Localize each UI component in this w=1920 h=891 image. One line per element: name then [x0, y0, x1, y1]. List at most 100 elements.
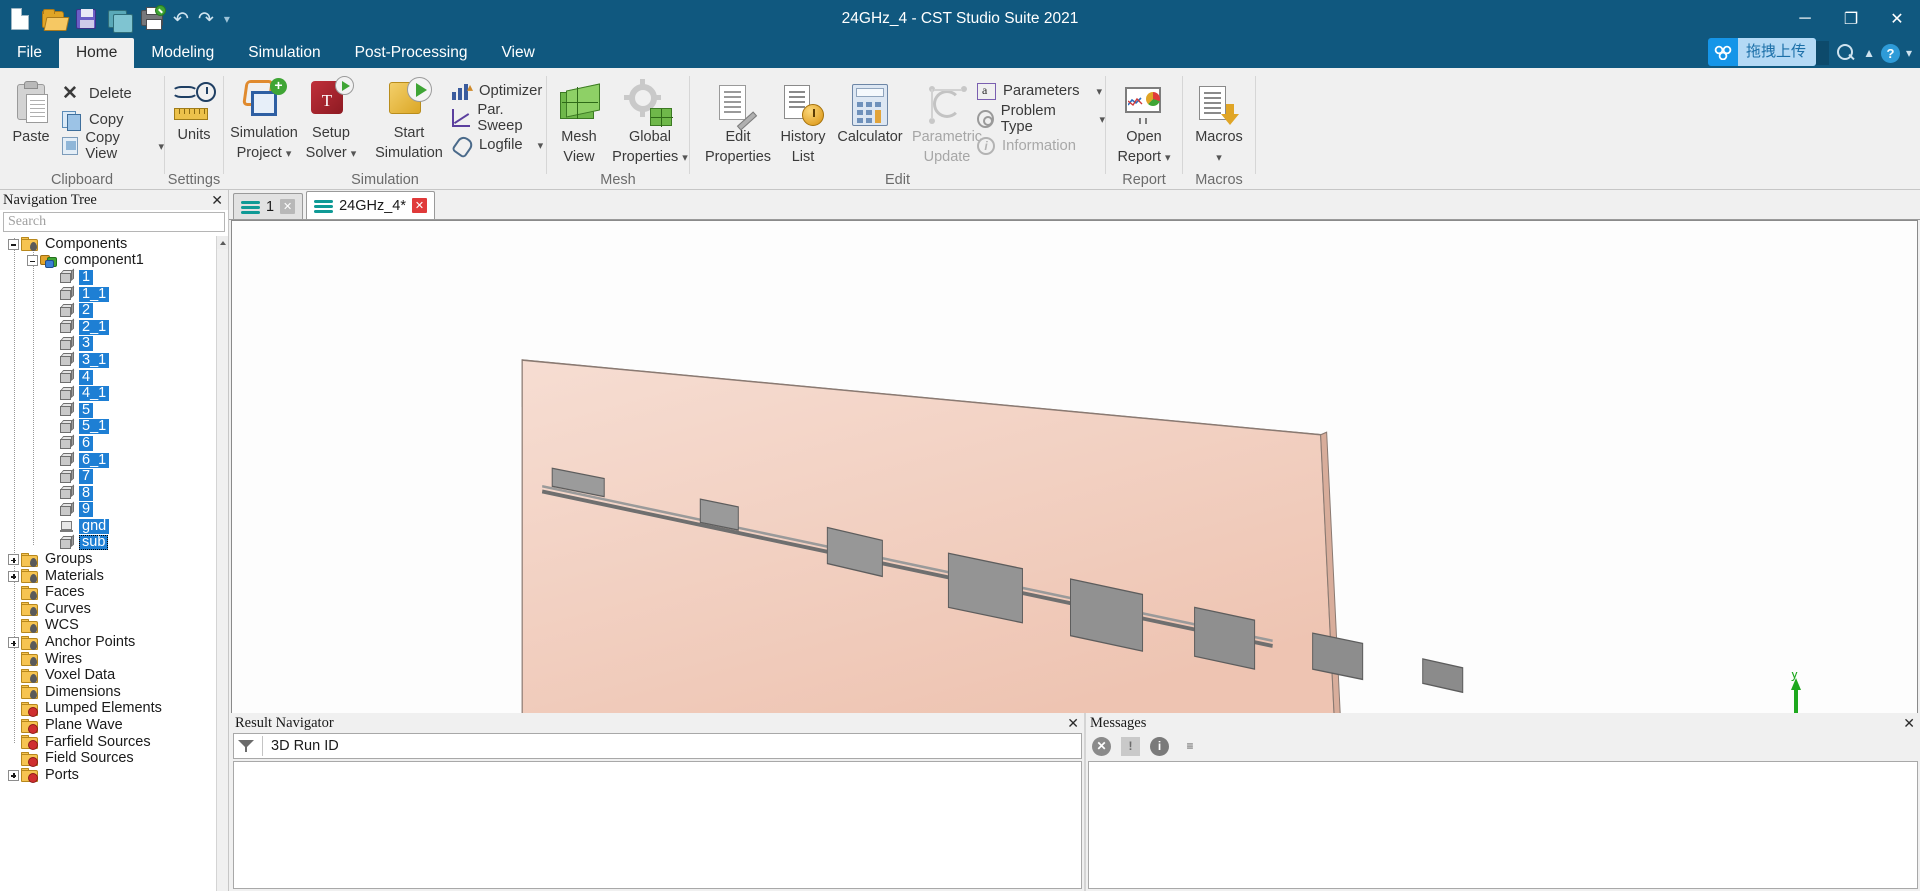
tab-simulation[interactable]: Simulation	[231, 38, 337, 68]
tree-item-faces[interactable]: Faces	[0, 584, 228, 601]
folder-icon	[21, 635, 38, 650]
tab-home[interactable]: Home	[58, 38, 135, 68]
tab-modeling[interactable]: Modeling	[134, 38, 231, 68]
open-report-button[interactable]: Open Report ▾	[1102, 80, 1186, 167]
tree-expander-expand-icon[interactable]	[8, 637, 19, 649]
macros-button[interactable]: Macros ▾	[1177, 80, 1261, 167]
tree-item-1-1[interactable]: 1_1	[0, 285, 228, 303]
logfile-button[interactable]: Logfile ▾	[452, 133, 543, 157]
error-icon[interactable]: ✕	[1092, 736, 1111, 756]
open-report-icon	[1123, 86, 1165, 126]
tree-item-ports[interactable]: Ports	[0, 767, 228, 784]
navigation-search-input[interactable]: Search	[3, 212, 225, 232]
tree-item-4[interactable]: 4	[0, 368, 228, 386]
macros-dropdown-icon[interactable]: ▾	[1216, 152, 1222, 164]
list-icon[interactable]: ≡	[1179, 737, 1201, 756]
tree-item-3[interactable]: 3	[0, 335, 228, 353]
tree-item-dimensions[interactable]: Dimensions	[0, 684, 228, 701]
tree-item-groups[interactable]: Groups	[0, 551, 228, 568]
macros-icon	[1199, 86, 1239, 126]
maximize-button[interactable]: ❐	[1828, 0, 1874, 38]
navigation-scrollbar[interactable]	[216, 236, 228, 891]
filter-icon[interactable]	[238, 739, 254, 753]
cloud-upload-overlay[interactable]: 拖拽上传	[1707, 38, 1816, 66]
tree-item-7[interactable]: 7	[0, 468, 228, 485]
search-icon[interactable]	[1835, 42, 1857, 64]
par-sweep-button[interactable]: Par. Sweep	[452, 102, 546, 134]
parameters-button[interactable]: Parameters ▾	[977, 79, 1102, 103]
info-icon[interactable]: i	[1150, 736, 1169, 756]
tree-item-2[interactable]: 2	[0, 302, 228, 319]
global-properties-dropdown-icon[interactable]: ▾	[682, 152, 688, 164]
tab-file[interactable]: File	[0, 38, 59, 68]
tree-item-gnd[interactable]: gnd	[0, 518, 228, 535]
parametric-update-icon	[925, 86, 969, 126]
tree-item-wires[interactable]: Wires	[0, 651, 228, 668]
tree-item-3-1[interactable]: 3_1	[0, 351, 228, 369]
tree-item-9[interactable]: 9	[0, 501, 228, 519]
setup-solver-button[interactable]: T Setup Solver ▾	[288, 76, 374, 163]
tree-item-2-1[interactable]: 2_1	[0, 318, 228, 336]
tree-item-sub[interactable]: sub	[0, 534, 228, 552]
tree-expander-expand-icon[interactable]	[8, 554, 19, 566]
document-tab-2[interactable]: 24GHz_4* ✕	[306, 191, 435, 219]
tree-item-6-1[interactable]: 6_1	[0, 451, 228, 469]
folder-icon	[21, 602, 38, 617]
result-navigator-column-header[interactable]: 3D Run ID	[271, 738, 339, 754]
tab-post-processing[interactable]: Post-Processing	[338, 38, 485, 68]
tree-item-materials[interactable]: Materials	[0, 568, 228, 585]
tree-expander-collapse-icon[interactable]	[8, 238, 19, 250]
tree-expander-expand-icon[interactable]	[8, 570, 19, 582]
navigation-close-icon[interactable]: ✕	[211, 193, 223, 207]
result-navigator-close-icon[interactable]: ✕	[1067, 716, 1079, 730]
collapse-ribbon-icon[interactable]: ▲	[1863, 46, 1875, 60]
document-tab-1[interactable]: 1 ✕	[233, 193, 304, 219]
tree-item-5-1[interactable]: 5_1	[0, 418, 228, 436]
tree-item-farfield-sources[interactable]: Farfield Sources	[0, 734, 228, 751]
navigation-tree-title: Navigation Tree	[3, 191, 97, 208]
messages-list[interactable]	[1088, 761, 1918, 889]
document-tab-2-close-icon[interactable]: ✕	[411, 198, 427, 213]
tree-item-label: 7	[79, 469, 94, 485]
tree-item-field-sources[interactable]: Field Sources	[0, 750, 228, 767]
warning-icon[interactable]: !	[1121, 736, 1140, 756]
optimizer-button[interactable]: ▴ Optimizer	[452, 79, 542, 103]
open-report-dropdown-icon[interactable]: ▾	[1165, 152, 1171, 164]
tree-item-voxel-data[interactable]: Voxel Data	[0, 667, 228, 684]
problem-type-button[interactable]: Problem Type ▾	[977, 103, 1105, 135]
global-properties-button[interactable]: Global Properties ▾	[602, 79, 698, 167]
tree-item-8[interactable]: 8	[0, 484, 228, 502]
delete-button[interactable]: ✕ Delete	[62, 82, 132, 106]
scroll-up-button[interactable]	[217, 236, 228, 249]
tree-expander-collapse-icon[interactable]	[27, 255, 38, 267]
start-simulation-button[interactable]: Start Simulation	[363, 76, 455, 162]
close-button[interactable]: ✕	[1874, 0, 1920, 38]
tree-item-component1[interactable]: component1	[0, 253, 228, 270]
tree-item-anchor-points[interactable]: Anchor Points	[0, 634, 228, 651]
tree-item-curves[interactable]: Curves	[0, 601, 228, 618]
tree-item-lumped-elements[interactable]: Lumped Elements	[0, 701, 228, 718]
setup-solver-dropdown-icon[interactable]: ▾	[351, 148, 357, 160]
tree-item-5[interactable]: 5	[0, 401, 228, 419]
result-navigator-list[interactable]	[233, 761, 1082, 889]
document-tab-1-close-icon[interactable]: ✕	[280, 199, 296, 214]
tree-item-1[interactable]: 1	[0, 268, 228, 286]
help-dropdown-icon[interactable]: ▾	[1906, 46, 1912, 60]
navigation-tree-header: Navigation Tree ✕	[0, 190, 228, 210]
tree-item-components[interactable]: Components	[0, 236, 228, 253]
folder-icon	[21, 569, 38, 584]
tree-item-4-1[interactable]: 4_1	[0, 385, 228, 402]
tree-item-6[interactable]: 6	[0, 434, 228, 452]
tree-item-wcs[interactable]: WCS	[0, 618, 228, 635]
tree-expander-expand-icon[interactable]	[8, 769, 19, 781]
result-navigator-title: Result Navigator	[235, 714, 334, 731]
paste-button[interactable]: Paste	[0, 80, 62, 146]
tab-view[interactable]: View	[484, 38, 551, 68]
copy-view-button[interactable]: Copy View ▾	[62, 130, 164, 162]
tree-item-plane-wave[interactable]: Plane Wave	[0, 717, 228, 734]
help-icon[interactable]: ?	[1880, 43, 1900, 63]
messages-close-icon[interactable]: ✕	[1903, 716, 1915, 730]
macros-label: Macros	[1195, 129, 1243, 145]
copy-button[interactable]: Copy	[62, 108, 124, 132]
minimize-button[interactable]: ─	[1782, 0, 1828, 38]
